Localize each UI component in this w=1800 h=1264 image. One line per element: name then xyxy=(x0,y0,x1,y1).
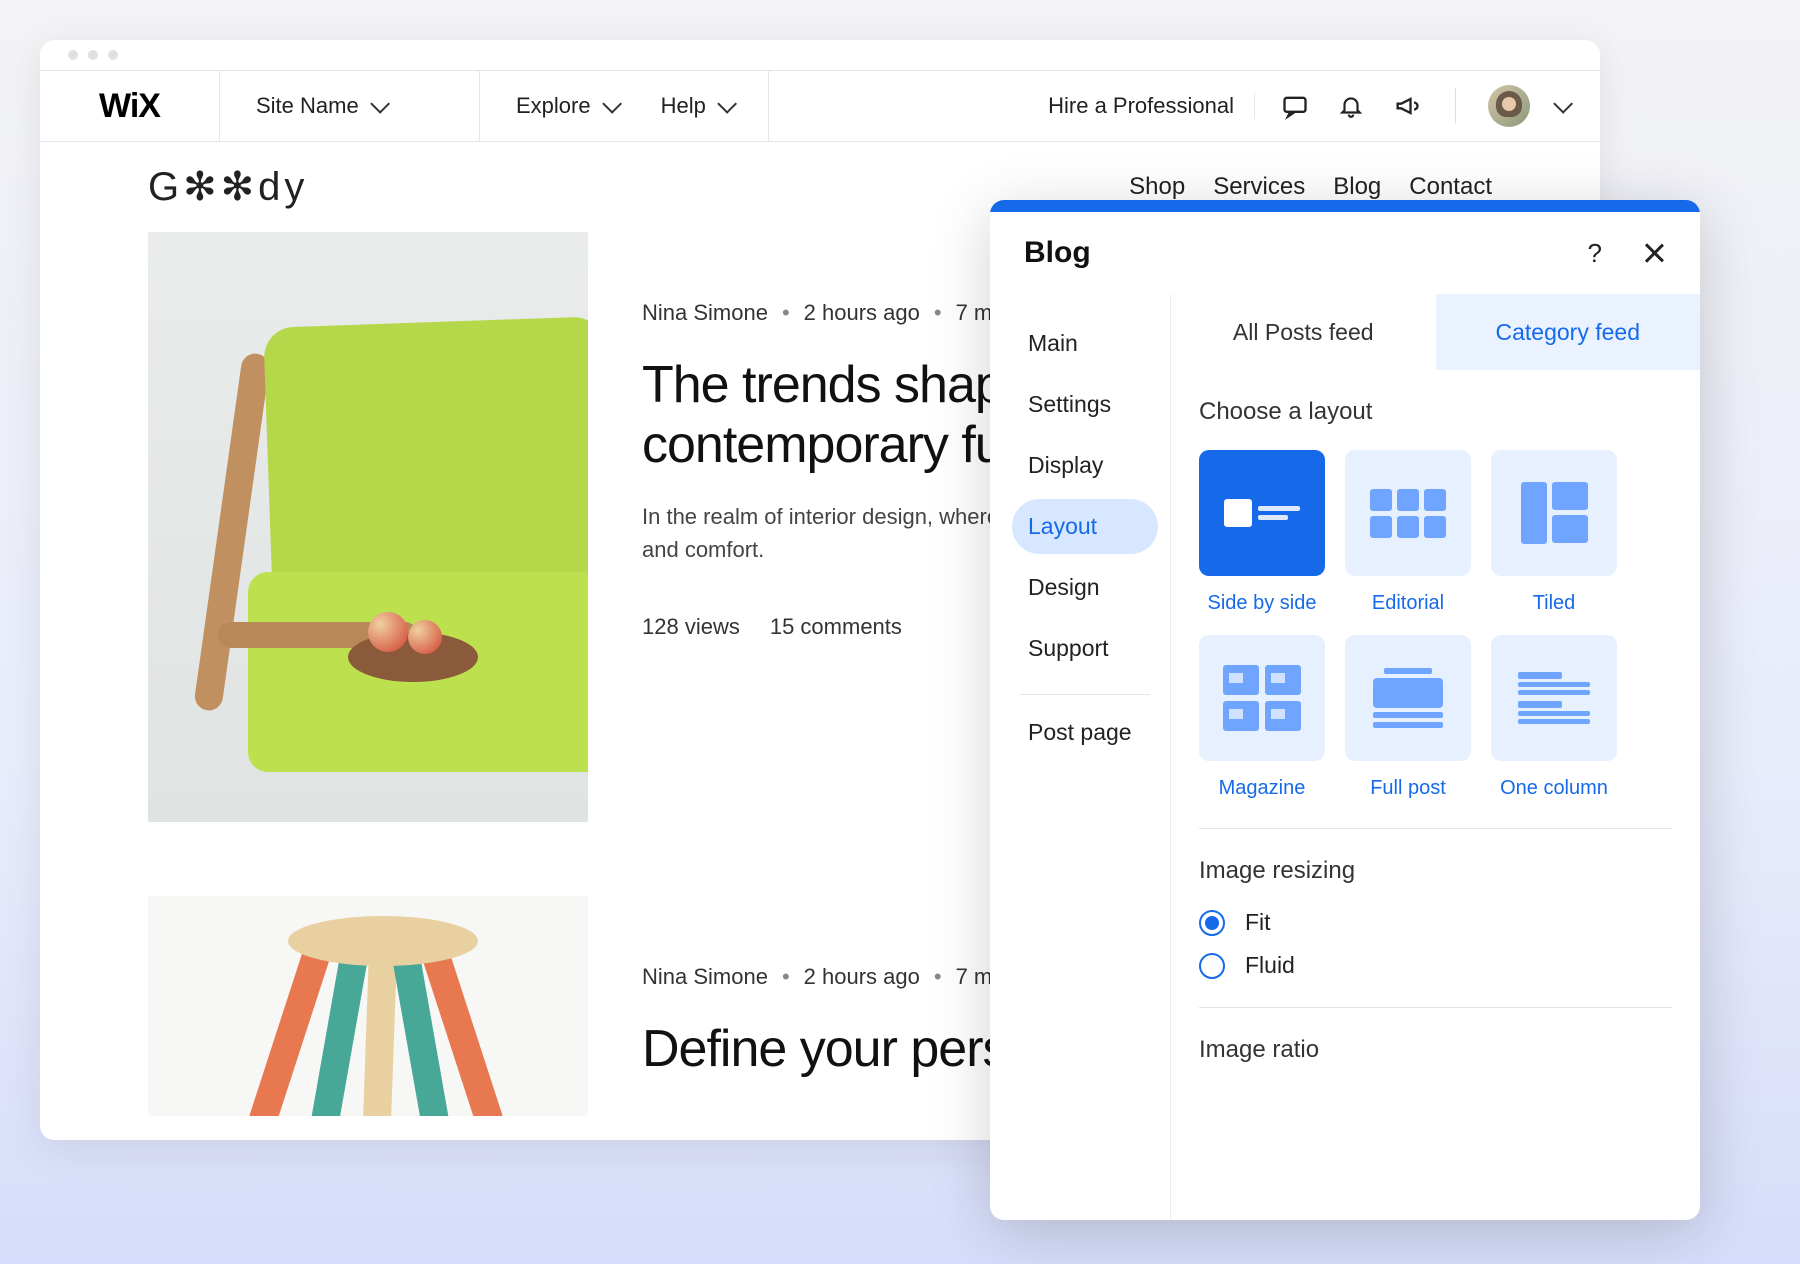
post-readtime: 7 m xyxy=(956,964,993,990)
post-time: 2 hours ago xyxy=(804,300,920,326)
close-icon[interactable] xyxy=(1642,241,1666,265)
site-menu: Shop Services Blog Contact xyxy=(1129,173,1492,201)
post-image[interactable] xyxy=(148,896,588,1116)
panel-accent-bar xyxy=(990,200,1700,212)
dot-separator: • xyxy=(782,300,790,326)
section-divider xyxy=(1199,1007,1672,1008)
help-dropdown[interactable]: Help xyxy=(661,93,732,119)
layout-section: Choose a layout Side by side Editorial xyxy=(1171,370,1700,1064)
layout-thumb xyxy=(1199,635,1325,761)
layout-thumb xyxy=(1199,450,1325,576)
radio-icon xyxy=(1199,953,1225,979)
menu-services[interactable]: Services xyxy=(1213,173,1305,201)
layout-thumb xyxy=(1345,635,1471,761)
post-views: 128 views xyxy=(642,614,740,640)
radio-fluid[interactable]: Fluid xyxy=(1199,952,1672,979)
radio-label: Fluid xyxy=(1245,952,1295,979)
help-label: Help xyxy=(661,93,706,119)
post-author[interactable]: Nina Simone xyxy=(642,964,768,990)
dot-separator: • xyxy=(934,300,942,326)
layout-option-side-by-side[interactable]: Side by side xyxy=(1199,450,1325,615)
sidebar-item-support[interactable]: Support xyxy=(1012,621,1158,676)
layout-grid: Side by side Editorial Tiled xyxy=(1199,450,1672,800)
post-author[interactable]: Nina Simone xyxy=(642,300,768,326)
layout-label: Magazine xyxy=(1199,777,1325,800)
dot-separator: • xyxy=(782,964,790,990)
image-resizing-label: Image resizing xyxy=(1199,857,1672,885)
site-brand-logo[interactable]: G✻✻dy xyxy=(148,164,308,210)
sidebar-item-settings[interactable]: Settings xyxy=(1012,377,1158,432)
layout-thumb xyxy=(1491,635,1617,761)
layout-label: Editorial xyxy=(1345,592,1471,615)
post-image[interactable] xyxy=(148,232,588,822)
explore-label: Explore xyxy=(516,93,591,119)
panel-sidebar: Main Settings Display Layout Design Supp… xyxy=(990,294,1170,1220)
window-close-dot[interactable] xyxy=(68,50,78,60)
window-maximize-dot[interactable] xyxy=(108,50,118,60)
dot-separator: • xyxy=(934,964,942,990)
layout-option-full-post[interactable]: Full post xyxy=(1345,635,1471,800)
post-readtime: 7 m xyxy=(956,300,993,326)
window-minimize-dot[interactable] xyxy=(88,50,98,60)
logo-cell: WiX xyxy=(40,71,220,141)
layout-label: Tiled xyxy=(1491,592,1617,615)
layout-label: Side by side xyxy=(1199,592,1325,615)
topbar-right: Hire a Professional xyxy=(1016,71,1600,141)
radio-icon xyxy=(1199,910,1225,936)
divider xyxy=(1455,88,1456,124)
menu-contact[interactable]: Contact xyxy=(1409,173,1492,201)
menu-blog[interactable]: Blog xyxy=(1333,173,1381,201)
bell-icon[interactable] xyxy=(1335,90,1367,122)
site-name-dropdown[interactable]: Site Name xyxy=(220,71,480,141)
radio-fit[interactable]: Fit xyxy=(1199,909,1672,936)
layout-option-tiled[interactable]: Tiled xyxy=(1491,450,1617,615)
chevron-down-icon[interactable] xyxy=(1553,94,1573,114)
menu-shop[interactable]: Shop xyxy=(1129,173,1185,201)
layout-label: One column xyxy=(1491,777,1617,800)
tab-all-posts[interactable]: All Posts feed xyxy=(1171,294,1436,370)
hire-professional-link[interactable]: Hire a Professional xyxy=(1048,93,1255,119)
panel-title: Blog xyxy=(1024,236,1091,270)
layout-thumb xyxy=(1345,450,1471,576)
window-traffic-lights xyxy=(40,40,1600,70)
layout-option-one-column[interactable]: One column xyxy=(1491,635,1617,800)
top-navigation-bar: WiX Site Name Explore Help Hire a Profes… xyxy=(40,70,1600,142)
sidebar-item-display[interactable]: Display xyxy=(1012,438,1158,493)
help-icon[interactable]: ? xyxy=(1588,238,1602,269)
explore-help-cell: Explore Help xyxy=(480,71,769,141)
chat-icon[interactable] xyxy=(1279,90,1311,122)
site-name-label: Site Name xyxy=(256,93,359,119)
post-comments[interactable]: 15 comments xyxy=(770,614,902,640)
sidebar-item-postpage[interactable]: Post page xyxy=(1012,715,1158,760)
chevron-down-icon xyxy=(370,94,390,114)
panel-header: Blog ? xyxy=(990,212,1700,294)
post-time: 2 hours ago xyxy=(804,964,920,990)
sidebar-item-main[interactable]: Main xyxy=(1012,316,1158,371)
layout-thumb xyxy=(1491,450,1617,576)
sidebar-divider xyxy=(1020,694,1150,695)
layout-label: Full post xyxy=(1345,777,1471,800)
feed-tabs: All Posts feed Category feed xyxy=(1171,294,1700,370)
layout-option-editorial[interactable]: Editorial xyxy=(1345,450,1471,615)
image-ratio-label: Image ratio xyxy=(1199,1036,1672,1064)
radio-label: Fit xyxy=(1245,909,1271,936)
layout-option-magazine[interactable]: Magazine xyxy=(1199,635,1325,800)
megaphone-icon[interactable] xyxy=(1391,90,1423,122)
explore-dropdown[interactable]: Explore xyxy=(516,93,617,119)
choose-layout-label: Choose a layout xyxy=(1199,398,1672,426)
sidebar-item-design[interactable]: Design xyxy=(1012,560,1158,615)
blog-settings-panel: Blog ? Main Settings Display Layout Desi… xyxy=(990,200,1700,1220)
sidebar-item-layout[interactable]: Layout xyxy=(1012,499,1158,554)
user-avatar[interactable] xyxy=(1488,85,1530,127)
panel-main: All Posts feed Category feed Choose a la… xyxy=(1170,294,1700,1220)
chevron-down-icon xyxy=(602,94,622,114)
panel-body: Main Settings Display Layout Design Supp… xyxy=(990,294,1700,1220)
tab-category-feed[interactable]: Category feed xyxy=(1436,294,1701,370)
chevron-down-icon xyxy=(717,94,737,114)
wix-logo[interactable]: WiX xyxy=(99,87,160,126)
section-divider xyxy=(1199,828,1672,829)
